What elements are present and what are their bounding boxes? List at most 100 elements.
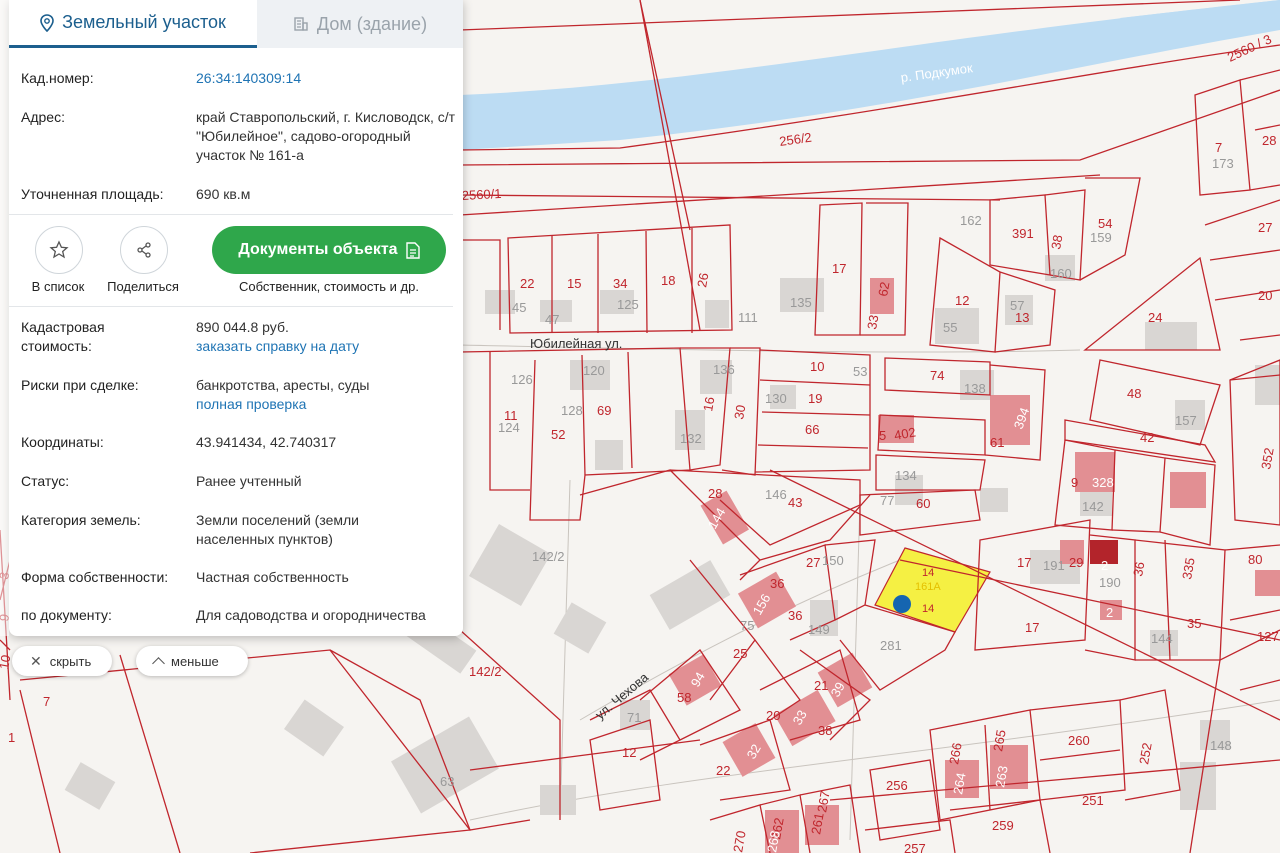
parcel-number-label: 63	[440, 774, 454, 789]
parcel-number-label: 34	[613, 276, 627, 291]
parcel-number-label: 7	[1215, 140, 1222, 155]
less-button[interactable]: меньше	[136, 646, 248, 676]
cadastral-number-link[interactable]: 26:34:140309:14	[196, 69, 456, 88]
parcel-number-label: 38	[818, 723, 832, 738]
address-value: край Ставропольский, г. Кисловодск, с/т …	[196, 109, 456, 163]
parcel-number-label: 12	[622, 745, 636, 760]
document-icon	[405, 241, 420, 259]
parcel-number-label: 33	[864, 314, 881, 331]
coordinates-label: Координаты:	[21, 434, 104, 450]
parcel-number-label: 9	[1071, 475, 1078, 490]
parcel-number-label: 29	[1069, 555, 1083, 570]
parcel-number-label: 48	[1127, 386, 1141, 401]
parcel-number-label: 2	[1101, 558, 1108, 573]
parcel-number-label: 52	[551, 427, 565, 442]
order-certificate-link[interactable]: заказать справку на дату	[196, 337, 456, 356]
tab-land-plot-label: Земельный участок	[62, 12, 226, 32]
location-marker[interactable]	[893, 595, 911, 613]
parcel-number-label: 28	[1262, 133, 1276, 148]
parcel-number-label: 391	[1012, 226, 1034, 241]
parcel-number-label: 260	[1068, 733, 1090, 748]
area-label: Уточненная площадь:	[21, 186, 164, 202]
address-label: Адрес:	[21, 109, 65, 125]
parcel-number-label: 5	[879, 428, 886, 443]
share-icon	[137, 242, 151, 258]
share-button[interactable]	[120, 226, 168, 274]
object-documents-caption: Собственник, стоимость и др.	[238, 279, 419, 294]
parcel-number-label: 328	[1092, 475, 1114, 490]
selected-parcel-label: 14	[922, 567, 934, 579]
parcel-number-label: 132	[680, 431, 702, 446]
object-documents-button[interactable]: Документы объекта	[212, 226, 446, 274]
parcel-number-label: 17	[1017, 555, 1031, 570]
parcel-number-label: 157	[1175, 413, 1197, 428]
hide-label: скрыть	[49, 653, 92, 669]
parcel-number-label: 252	[1136, 742, 1155, 766]
close-icon: ✕	[30, 652, 42, 669]
parcel-number-label: 22	[716, 763, 730, 778]
parcel-number-label: 191	[1043, 558, 1065, 573]
parcel-number-label: 2	[1106, 605, 1113, 620]
parcel-number-label: 142/2	[532, 549, 565, 564]
parcel-number-label: 1	[8, 730, 15, 745]
cadastral-number-label: Кад.номер:	[21, 70, 94, 86]
parcel-number-label: 53	[853, 364, 867, 379]
parcel-number-label: 36	[1130, 561, 1147, 578]
cadastral-cost-label: Кадастровая стоимость:	[21, 319, 105, 354]
parcel-number-label: 10	[810, 359, 824, 374]
parcel-number-label: 61	[990, 435, 1004, 450]
parcel-number-label: 128	[561, 403, 583, 418]
selected-parcel-label: 161А	[915, 581, 941, 593]
parcel-number-label: 142/2	[469, 664, 502, 679]
parcel-number-label: 134	[895, 468, 917, 483]
parcel-number-label: 7	[43, 694, 50, 709]
parcel-number-label: 18	[661, 273, 675, 288]
parcel-number-label: 22	[520, 276, 534, 291]
add-to-list-button[interactable]	[35, 226, 83, 274]
tab-bar: Земельный участок Дом (здание)	[9, 0, 463, 48]
parcel-number-label: 27	[806, 555, 820, 570]
parcel-number-label: 259	[992, 818, 1014, 833]
parcel-number-label: 144	[1151, 631, 1173, 646]
parcel-number-label: 160	[1050, 266, 1072, 281]
parcel-number-label: 125	[617, 297, 639, 312]
parcel-number-label: 24	[1148, 310, 1162, 325]
hide-button[interactable]: ✕ скрыть	[12, 646, 112, 676]
less-label: меньше	[171, 653, 219, 669]
parcel-number-label: 20	[766, 708, 780, 723]
parcel-number-label: 74	[930, 368, 944, 383]
divider	[9, 214, 453, 215]
parcel-number-label: 17	[832, 261, 846, 276]
parcel-number-label: 270	[730, 830, 749, 853]
river	[460, 0, 1280, 150]
parcel-number-label: 58	[677, 690, 691, 705]
status-label: Статус:	[21, 473, 70, 489]
parcel-number-label: 127	[1257, 629, 1279, 644]
parcel-number-label: 66	[805, 422, 819, 437]
scrollbar[interactable]	[0, 0, 9, 636]
parcel-number-label: 55	[943, 320, 957, 335]
area-value: 690 кв.м	[196, 186, 251, 202]
parcel-number-label: 19	[808, 391, 822, 406]
parcel-number-label: 35	[1187, 616, 1201, 631]
tab-house[interactable]: Дом (здание)	[257, 0, 463, 48]
by-document-value: Для садоводства и огородничества	[196, 607, 426, 623]
cadastral-cost-value: 890 044.8 руб.	[196, 319, 289, 335]
parcel-number-label: 45	[512, 300, 526, 315]
parcel-number-label: 138	[964, 381, 986, 396]
tab-land-plot[interactable]: Земельный участок	[9, 0, 257, 48]
parcel-number-label: 60	[916, 496, 930, 511]
full-check-link[interactable]: полная проверка	[196, 395, 456, 414]
parcel-number-label: 26	[694, 272, 711, 289]
ownership-form-value: Частная собственность	[196, 569, 349, 585]
parcel-number-label: 47	[545, 312, 559, 327]
parcel-number-label: 124	[498, 420, 520, 435]
parcel-number-label: 190	[1099, 575, 1121, 590]
status-value: Ранее учтенный	[196, 473, 302, 489]
parcel-number-label: 80	[1248, 552, 1262, 567]
parcel-number-label: 256/2	[778, 130, 812, 149]
parcel-number-label: 36	[770, 576, 784, 591]
parcel-number-label: 257	[904, 841, 926, 853]
parcel-number-label: 13	[1015, 310, 1029, 325]
add-to-list-label: В список	[31, 279, 85, 294]
